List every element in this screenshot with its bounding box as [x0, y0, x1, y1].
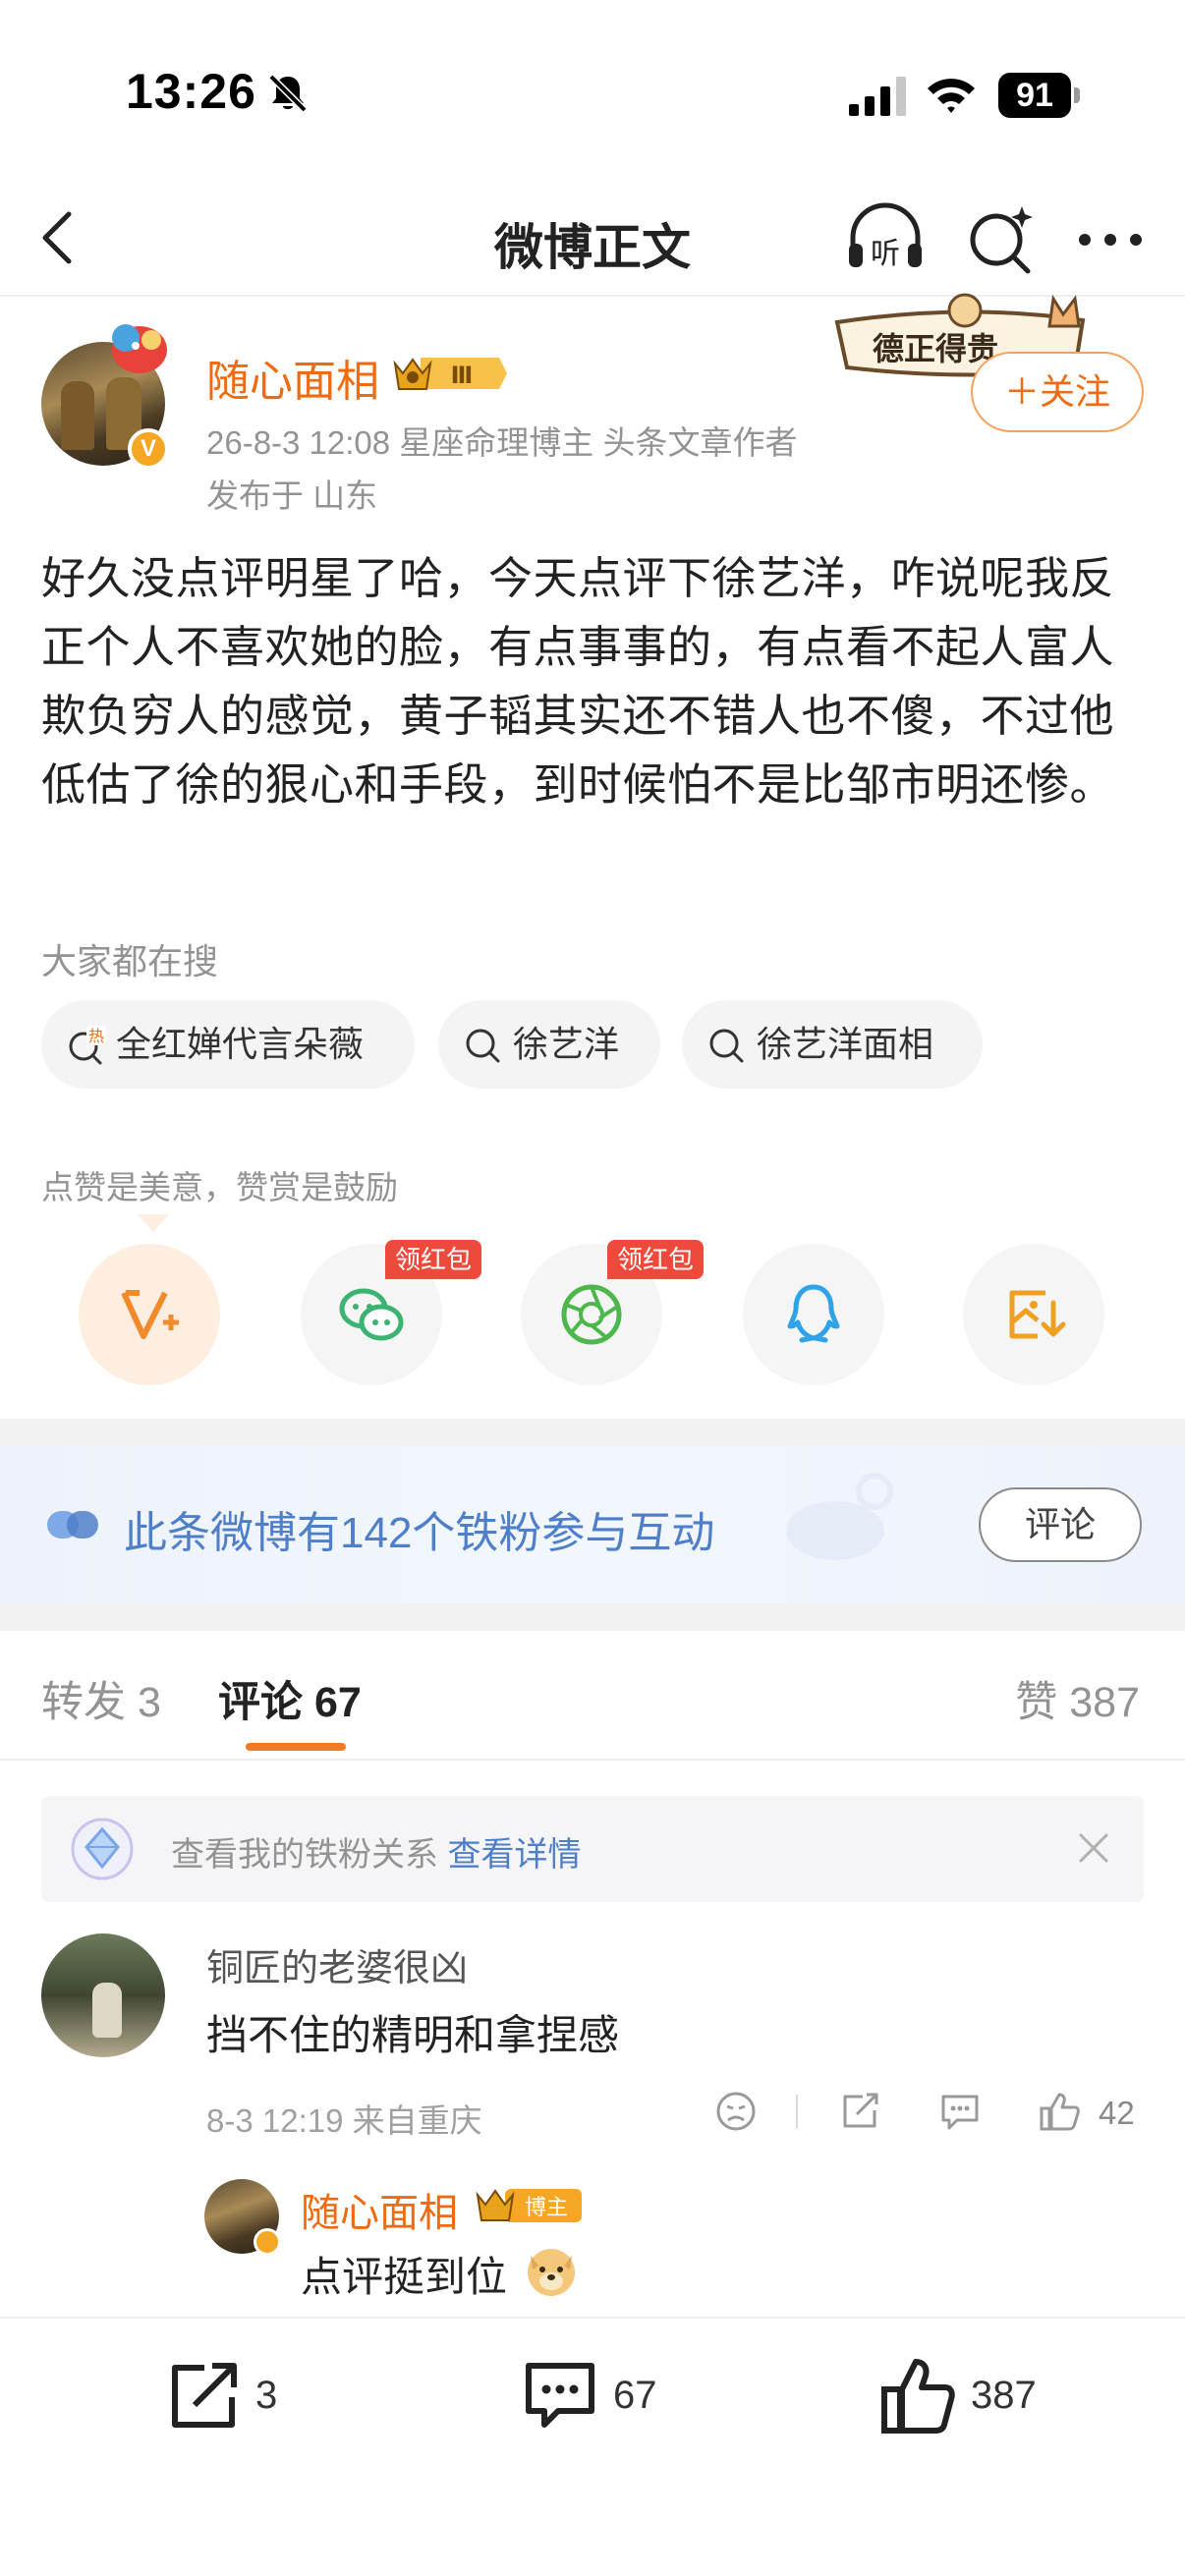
- repost-count: 3: [255, 2374, 278, 2417]
- listen-label: 听: [871, 237, 900, 271]
- battery-level: 91: [998, 73, 1071, 118]
- battery-indicator: 91: [998, 73, 1081, 118]
- section-divider: [0, 1603, 1185, 1631]
- avatar-figure: [92, 1983, 122, 2038]
- vip-level-text: Ⅲ: [451, 362, 474, 389]
- like-icon[interactable]: [1038, 2089, 1083, 2134]
- tab-like[interactable]: 赞 387: [1015, 1668, 1140, 1729]
- author-name[interactable]: 随心面相: [206, 346, 379, 409]
- commenter-name[interactable]: 铜匠的老婆很凶: [206, 1937, 468, 1991]
- v-reward-icon: [121, 1290, 179, 1339]
- fan-interaction-bar: 此条微博有142个铁粉参与互动 评论: [0, 1446, 1185, 1603]
- blogger-badge-text: 博主: [525, 2196, 568, 2220]
- decoration-shape: [786, 1473, 893, 1560]
- close-icon[interactable]: [1073, 1827, 1114, 1869]
- reward-button[interactable]: [79, 1244, 220, 1385]
- verified-badge-icon: V: [128, 428, 169, 470]
- repost-icon[interactable]: [837, 2089, 882, 2134]
- like-button[interactable]: 387: [876, 2354, 1073, 2438]
- share-qq-button[interactable]: [743, 1244, 884, 1385]
- hot-search-chip[interactable]: 徐艺洋面相: [682, 1000, 983, 1089]
- avatar-figure: [61, 381, 94, 450]
- doge-emoji-icon: [528, 2249, 575, 2296]
- red-packet-tag: 领红包: [385, 1240, 482, 1279]
- hot-search-chip-label: 徐艺洋面相: [757, 1024, 934, 1064]
- follow-button[interactable]: ＋关注: [971, 352, 1144, 432]
- sticker-text: 德正得贵: [873, 330, 998, 367]
- post-meta: 26-8-3 12:08 星座命理博主 头条文章作者: [206, 424, 798, 461]
- more-options-icon[interactable]: [1071, 198, 1150, 279]
- save-image-icon: [1009, 1290, 1066, 1339]
- vip-level-badge-icon[interactable]: Ⅲ: [391, 350, 507, 397]
- fan-comment-button[interactable]: 评论: [979, 1487, 1142, 1562]
- hot-search-icon: 热: [69, 1026, 106, 1065]
- diamond-badge-icon: [71, 1818, 134, 1880]
- hot-search-chip-label: 全红婵代言朵薇: [116, 1024, 365, 1064]
- battery-cap: [1074, 87, 1080, 103]
- tab-repost[interactable]: 转发 3: [41, 1668, 161, 1729]
- pointer-arrow: [138, 1214, 169, 1232]
- comment-button[interactable]: 67: [519, 2354, 715, 2438]
- dislike-face-icon[interactable]: [713, 2089, 759, 2134]
- hot-search-title: 大家都在搜: [41, 941, 219, 981]
- bottom-action-bar: 3 67 387: [0, 2317, 1185, 2576]
- hot-search-chip[interactable]: 热 全红婵代言朵薇: [41, 1000, 415, 1089]
- reply-text: 点评挺到位: [301, 2254, 508, 2300]
- fan-badge-icon: [47, 1511, 98, 1539]
- comment-icon: [526, 2363, 594, 2428]
- status-bar: 13:26 91: [0, 0, 1185, 187]
- blogger-badge-icon: 博主: [476, 2189, 582, 2222]
- wechat-icon: [339, 1288, 404, 1341]
- bell-off-icon: [268, 74, 308, 113]
- search-icon: [466, 1029, 500, 1063]
- repost-icon: [172, 2363, 237, 2428]
- hot-search-chip[interactable]: 徐艺洋: [438, 1000, 660, 1089]
- interaction-tabs: 转发 3 评论 67 赞 387: [0, 1631, 1185, 1761]
- status-time: 13:26: [126, 64, 256, 119]
- comment-icon[interactable]: [937, 2089, 983, 2134]
- search-sparkle-icon[interactable]: [961, 198, 1040, 279]
- section-divider: [0, 1419, 1185, 1446]
- fan-relation-banner[interactable]: 查看我的铁粉关系 查看详情: [41, 1796, 1144, 1902]
- fan-relation-label: 查看我的铁粉关系: [171, 1836, 438, 1874]
- search-icon: [709, 1029, 744, 1063]
- comment-count: 67: [613, 2374, 657, 2417]
- post-body: 好久没点评明星了哈，今天点评下徐艺洋，咋说呢我反正个人不喜欢她的脸，有点事事的，…: [41, 553, 1115, 810]
- cellular-signal-icon: [849, 77, 906, 116]
- listen-headphones-icon[interactable]: 听: [843, 198, 928, 279]
- commenter-avatar[interactable]: [41, 1933, 165, 2057]
- wifi-icon: [928, 79, 975, 113]
- view-details-link[interactable]: 查看详情: [447, 1836, 581, 1874]
- nav-bar: 微博正文 听: [0, 187, 1185, 297]
- save-image-button[interactable]: [963, 1244, 1104, 1385]
- like-count: 387: [971, 2374, 1037, 2417]
- avatar-pendant-icon: [112, 324, 167, 373]
- hot-mark: 热: [88, 1027, 104, 1045]
- hot-search-chip-label: 徐艺洋: [513, 1024, 620, 1064]
- moments-icon: [561, 1284, 622, 1345]
- repost-button[interactable]: 3: [161, 2354, 338, 2438]
- active-tab-indicator: [246, 1743, 346, 1751]
- comment-text: 挡不住的精明和拿捏感: [206, 2012, 620, 2058]
- reply-author-name[interactable]: 随心面相: [301, 2181, 458, 2238]
- red-packet-tag: 领红包: [607, 1240, 705, 1279]
- comment-like-count: 42: [1099, 2095, 1135, 2131]
- verified-badge-icon: [254, 2228, 281, 2256]
- post-location: 发布于 山东: [206, 477, 378, 514]
- like-icon: [881, 2359, 955, 2434]
- appreciation-caption: 点赞是美意，赞赏是鼓励: [41, 1169, 398, 1205]
- fan-relation-text: 查看我的铁粉关系 查看详情: [171, 1827, 581, 1876]
- fan-interaction-text: 此条微博有142个铁粉参与互动: [124, 1509, 715, 1557]
- tab-comment[interactable]: 评论 67: [218, 1668, 362, 1729]
- action-divider: [796, 2095, 798, 2128]
- qq-icon: [787, 1284, 840, 1343]
- comment-meta: 8-3 12:19 来自重庆: [206, 2102, 482, 2139]
